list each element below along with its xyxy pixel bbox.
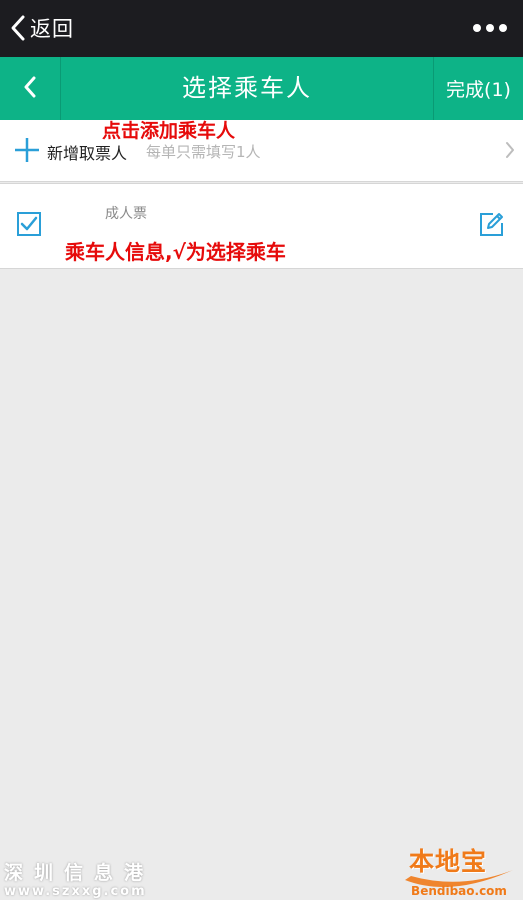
chevron-left-icon xyxy=(23,76,37,102)
checkbox-checked-icon[interactable] xyxy=(17,212,41,240)
ticket-type-label: 成人票 xyxy=(105,206,147,222)
back-label: 返回 xyxy=(30,17,74,41)
back-button[interactable]: 返回 xyxy=(10,12,74,44)
add-passenger-hint: 每单只需填写1人 xyxy=(146,143,261,161)
done-button[interactable]: 完成(1) xyxy=(433,57,523,120)
passenger-info-annotation: 乘车人信息,√为选择乘车 xyxy=(65,240,286,264)
watermark-right-logo: 本地宝 xyxy=(409,847,488,876)
watermark-left-title: 深圳信息港 xyxy=(4,862,155,884)
watermark-left-url: www.szxxg.com xyxy=(4,884,147,899)
top-nav-bar: 返回 xyxy=(0,0,523,57)
chevron-left-icon xyxy=(10,14,26,42)
plus-icon xyxy=(14,137,40,167)
add-passenger-row[interactable]: 新增取票人 每单只需填写1人 xyxy=(0,120,523,182)
edit-icon[interactable] xyxy=(479,211,505,241)
add-passenger-annotation: 点击添加乘车人 xyxy=(102,120,236,142)
chevron-right-icon xyxy=(505,141,515,163)
page-header: 选择乘车人 完成(1) xyxy=(0,57,523,120)
bendibao-watermark: 本地宝 Bendibao.com xyxy=(401,840,517,898)
add-passenger-label: 新增取票人 xyxy=(47,144,128,163)
watermark-right-site: Bendibao.com xyxy=(411,884,507,898)
page-title: 选择乘车人 xyxy=(182,74,312,102)
header-back-button[interactable] xyxy=(0,57,61,120)
more-dots-icon[interactable] xyxy=(473,18,507,38)
szxxg-watermark: 深圳信息港 www.szxxg.com xyxy=(4,862,154,900)
